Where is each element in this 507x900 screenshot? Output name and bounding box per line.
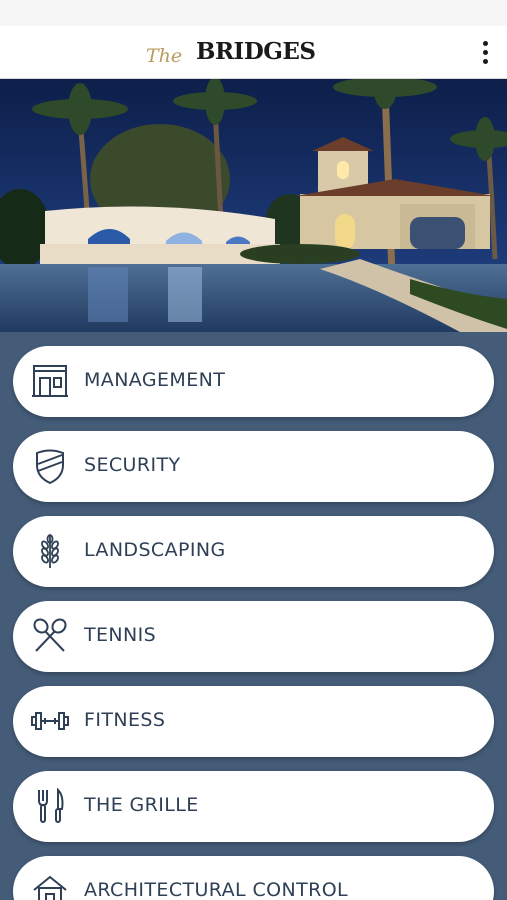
tennis-button[interactable]: TENNIS bbox=[13, 601, 494, 672]
menu-item-label: THE GRILLE bbox=[84, 794, 199, 816]
fork-knife-icon bbox=[38, 787, 64, 823]
status-bar bbox=[0, 0, 507, 26]
menu-item-label: TENNIS bbox=[84, 624, 157, 646]
wheat-icon bbox=[41, 534, 59, 568]
house-icon bbox=[33, 875, 67, 900]
logo-name: BRIDGES bbox=[196, 38, 316, 65]
menu-item-label: ARCHITECTURAL CONTROL bbox=[84, 879, 349, 900]
menu-item-label: LANDSCAPING bbox=[84, 539, 226, 561]
menu-list: MANAGEMENT SECURITY LANDSCAPING TENNIS F… bbox=[0, 332, 507, 900]
landscaping-button[interactable]: LANDSCAPING bbox=[13, 516, 494, 587]
shield-icon bbox=[36, 449, 64, 485]
the-grille-button[interactable]: THE GRILLE bbox=[13, 771, 494, 842]
bridges-logo[interactable]: The BRIDGES bbox=[146, 36, 346, 72]
fitness-button[interactable]: FITNESS bbox=[13, 686, 494, 757]
menu-item-label: FITNESS bbox=[84, 709, 166, 731]
menu-item-label: SECURITY bbox=[84, 454, 181, 476]
tennis-rackets-icon bbox=[33, 618, 67, 652]
architectural-control-button[interactable]: ARCHITECTURAL CONTROL bbox=[13, 856, 494, 900]
storefront-icon bbox=[32, 365, 68, 397]
menu-item-label: MANAGEMENT bbox=[84, 369, 226, 391]
app-header: The BRIDGES bbox=[0, 26, 507, 79]
more-vert-icon[interactable] bbox=[475, 38, 495, 66]
security-button[interactable]: SECURITY bbox=[13, 431, 494, 502]
management-button[interactable]: MANAGEMENT bbox=[13, 346, 494, 417]
dumbbell-icon bbox=[31, 712, 69, 730]
logo-prefix: The bbox=[146, 45, 183, 67]
hero-image bbox=[0, 79, 507, 332]
